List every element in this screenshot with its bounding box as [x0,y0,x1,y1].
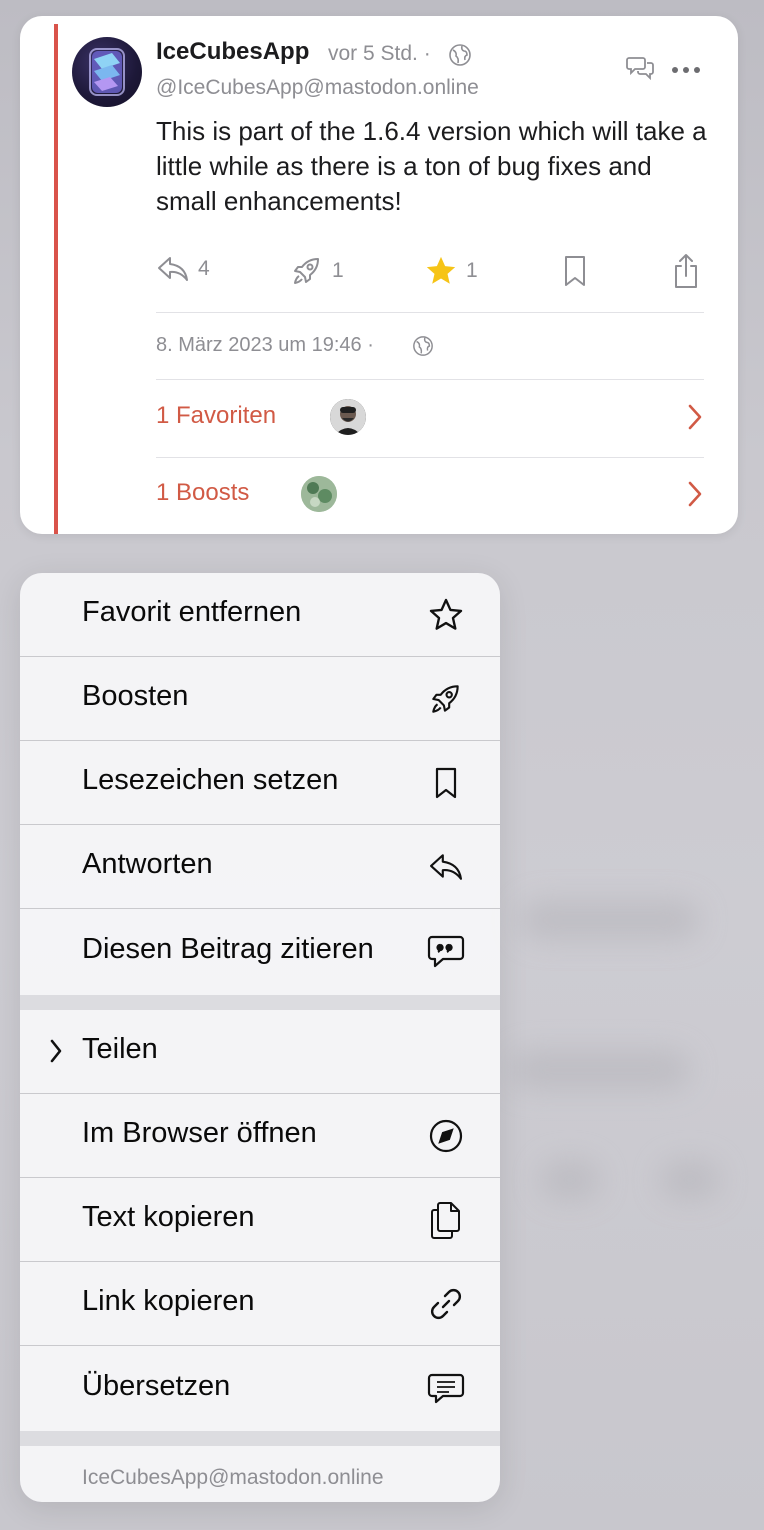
boosts-label: 1 Boosts [156,479,250,506]
reply-button[interactable]: 4 [156,254,210,284]
chevron-right-icon [48,1038,64,1069]
avatar[interactable] [330,399,366,435]
author-handle[interactable]: @IceCubesApp@mastodon.online [156,76,479,100]
rocket-icon [426,679,466,719]
menu-item-label: Boosten [82,680,189,712]
avatar[interactable] [301,476,337,512]
quote-bubble-icon [426,932,466,972]
menu-item-reply[interactable]: Antworten [20,825,500,909]
background-blur [510,1050,690,1090]
favorites-row[interactable]: 1 Favoriten [156,380,704,456]
boost-button[interactable]: 1 [290,254,344,288]
chevron-right-icon [686,402,704,437]
boost-count: 1 [332,259,344,282]
menu-item-label: Im Browser öffnen [82,1117,317,1149]
favorite-count: 1 [466,259,478,282]
ice-cubes-logo-icon [89,48,125,96]
thread-indicator [54,24,58,534]
menu-item-copy-text[interactable]: Text kopieren [20,1178,500,1262]
divider [156,312,704,313]
menu-separator [20,995,500,1010]
star-outline-icon [426,595,466,635]
menu-item-translate[interactable]: Übersetzen [20,1347,500,1431]
menu-item-copy-link[interactable]: Link kopieren [20,1262,500,1346]
post-content: This is part of the 1.6.4 version which … [156,116,707,216]
menu-item-share[interactable]: Teilen [20,1010,500,1094]
reply-icon [158,257,188,281]
favorite-button[interactable]: 1 [424,254,478,288]
favorites-label: 1 Favoriten [156,402,277,429]
reply-count: 4 [198,257,210,280]
menu-separator [20,1431,500,1446]
conversation-icon[interactable] [626,54,656,85]
share-button[interactable] [671,252,701,290]
boosts-row[interactable]: 1 Boosts [156,457,704,533]
menu-item-label: Diesen Beitrag zitieren [82,933,374,965]
bookmark-icon [565,256,585,286]
menu-item-open-browser[interactable]: Im Browser öffnen [20,1094,500,1178]
share-icon [675,254,697,288]
bookmark-button[interactable] [562,254,588,288]
background-blur [540,1160,600,1200]
link-icon [426,1284,466,1324]
globe-icon [448,43,472,72]
author-name[interactable]: IceCubesApp [156,38,309,66]
background-blur [520,900,700,940]
star-filled-icon [426,256,456,284]
menu-item-label: Übersetzen [82,1370,231,1402]
boost-icon [294,258,319,284]
menu-footer-account: IceCubesApp@mastodon.online [82,1466,384,1489]
menu-item-label: Teilen [82,1033,158,1065]
more-icon[interactable] [671,62,701,80]
bookmark-icon [426,763,466,803]
translate-bubble-icon [426,1369,466,1409]
copy-icon [426,1200,466,1240]
author-avatar[interactable] [72,37,142,107]
context-menu: Favorit entfernen Boosten Lesezeichen se… [20,573,500,1502]
post-date: 8. März 2023 um 19:46 · [156,334,374,356]
menu-item-unfavorite[interactable]: Favorit entfernen [20,573,500,657]
menu-item-quote[interactable]: Diesen Beitrag zitieren [20,910,500,994]
menu-item-bookmark[interactable]: Lesezeichen setzen [20,741,500,825]
post-card[interactable]: IceCubesApp vor 5 Std. · @IceCubesApp@ma… [20,16,738,534]
menu-item-label: Lesezeichen setzen [82,764,339,796]
menu-item-label: Favorit entfernen [82,596,302,628]
chevron-right-icon [686,479,704,514]
menu-item-boost[interactable]: Boosten [20,657,500,741]
menu-item-label: Link kopieren [82,1285,255,1317]
globe-icon [412,335,434,362]
post-time: vor 5 Std. · [328,42,431,65]
compass-icon [426,1116,466,1156]
menu-item-label: Text kopieren [82,1201,255,1233]
reply-icon [426,847,466,887]
background-blur [660,1160,720,1200]
menu-item-label: Antworten [82,848,213,880]
